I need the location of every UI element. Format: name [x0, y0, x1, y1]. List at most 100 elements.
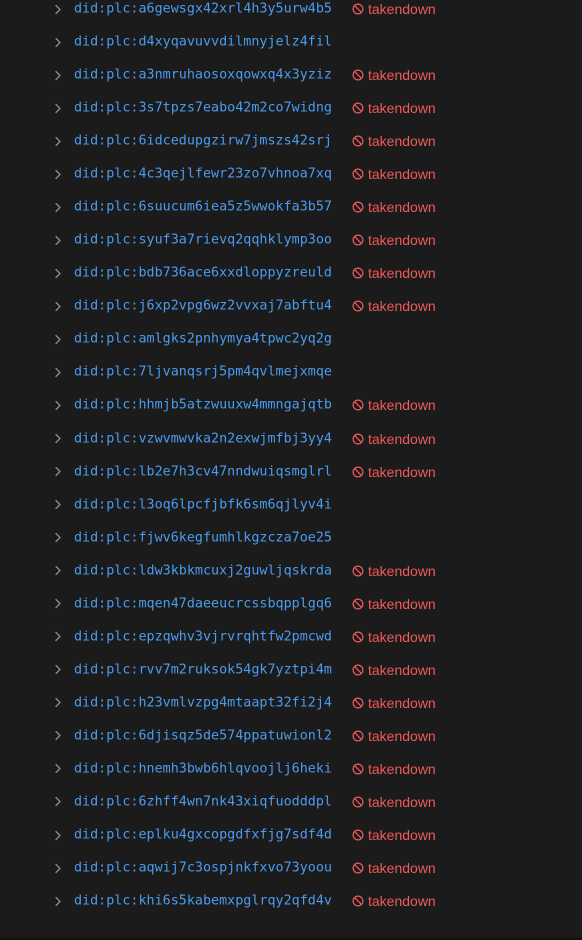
ban-icon [352, 399, 364, 411]
chevron-right-icon[interactable] [52, 730, 64, 742]
did-link[interactable]: did:plc:eplku4gxcopgdfxfjg7sdf4d [74, 828, 332, 843]
list-item[interactable]: did:plc:eplku4gxcopgdfxfjg7sdf4d takendow… [0, 819, 582, 852]
takendown-badge: takendown [352, 397, 436, 413]
list-item[interactable]: did:plc:vzwvmwvka2n2exwjmfbj3yy4 takendow… [0, 422, 582, 455]
takendown-label: takendown [368, 166, 436, 183]
did-link[interactable]: did:plc:mqen47daeeucrcssbqpplgq6 [74, 596, 332, 611]
chevron-right-icon[interactable] [52, 862, 64, 874]
takendown-badge: takendown [352, 232, 436, 248]
list-item[interactable]: did:plc:6suucum6iea5z5wwokfa3b57 takendow… [0, 191, 582, 224]
chevron-right-icon[interactable] [52, 102, 64, 114]
list-item[interactable]: did:plc:epzqwhv3vjrvrqhtfw2pmcwd takendow… [0, 620, 582, 653]
chevron-right-icon[interactable] [52, 433, 64, 445]
ban-icon [352, 135, 364, 147]
did-link[interactable]: did:plc:a3nmruhaosoxqowxq4x3yziz [74, 68, 332, 83]
chevron-right-icon[interactable] [52, 333, 64, 345]
chevron-right-icon[interactable] [52, 829, 64, 841]
chevron-right-icon[interactable] [52, 763, 64, 775]
did-list: did:plc:a6gewsgx42xrl4h3y5urw4b5 takendow… [0, 0, 582, 940]
takendown-badge: takendown [352, 794, 436, 810]
chevron-right-icon[interactable] [52, 201, 64, 213]
chevron-right-icon[interactable] [52, 664, 64, 676]
chevron-right-icon[interactable] [52, 598, 64, 610]
list-item[interactable]: did:plc:bdb736ace6xxdloppyzreuld takendow… [0, 257, 582, 290]
list-item[interactable]: did:plc:6djisqz5de574ppatuwionl2 takendow… [0, 719, 582, 752]
did-link[interactable]: did:plc:6suucum6iea5z5wwokfa3b57 [74, 200, 332, 215]
did-link[interactable]: did:plc:7ljvanqsrj5pm4qvlmejxmqe [74, 365, 332, 380]
did-link[interactable]: did:plc:6djisqz5de574ppatuwionl2 [74, 728, 332, 743]
chevron-right-icon[interactable] [52, 3, 64, 15]
takendown-badge: takendown [352, 298, 436, 314]
did-link[interactable]: did:plc:6idcedupgzirw7jmszs42srj [74, 134, 332, 149]
did-link[interactable]: did:plc:khi6s5kabemxpglrqy2qfd4v [74, 894, 332, 909]
did-link[interactable]: did:plc:aqwij7c3ospjnkfxvo73yoou [74, 861, 332, 876]
did-link[interactable]: did:plc:amlgks2pnhymya4tpwc2yq2g [74, 332, 332, 347]
did-link[interactable]: did:plc:j6xp2vpg6wz2vvxaj7abftu4 [74, 299, 332, 314]
list-item[interactable]: did:plc:d4xyqavuvvdilmnyjelz4fil [0, 26, 582, 59]
ban-icon [352, 565, 364, 577]
list-item[interactable]: did:plc:4c3qejlfewr23zo7vhnoa7xq takendow… [0, 158, 582, 191]
chevron-right-icon[interactable] [52, 895, 64, 907]
list-item[interactable]: did:plc:hhmjb5atzwuuxw4mmngajqtb takendow… [0, 389, 582, 422]
did-link[interactable]: did:plc:4c3qejlfewr23zo7vhnoa7xq [74, 167, 332, 182]
list-item[interactable]: did:plc:hnemh3bwb6hlqvoojlj6heki takendow… [0, 752, 582, 785]
list-item[interactable]: did:plc:mqen47daeeucrcssbqpplgq6 takendow… [0, 587, 582, 620]
list-item[interactable]: did:plc:lb2e7h3cv47nndwuiqsmglrl takendow… [0, 455, 582, 488]
list-item[interactable]: did:plc:a6gewsgx42xrl4h3y5urw4b5 takendow… [0, 0, 582, 26]
list-item[interactable]: did:plc:khi6s5kabemxpglrqy2qfd4v takendow… [0, 885, 582, 918]
chevron-right-icon[interactable] [52, 234, 64, 246]
takendown-label: takendown [368, 265, 436, 282]
list-item[interactable]: did:plc:6idcedupgzirw7jmszs42srj takendow… [0, 125, 582, 158]
chevron-right-icon[interactable] [52, 466, 64, 478]
did-link[interactable]: did:plc:lb2e7h3cv47nndwuiqsmglrl [74, 464, 332, 479]
chevron-right-icon[interactable] [52, 697, 64, 709]
takendown-label: takendown [368, 133, 436, 150]
list-item[interactable]: did:plc:a3nmruhaosoxqowxq4x3yziz takendow… [0, 59, 582, 92]
list-item[interactable]: did:plc:aqwij7c3ospjnkfxvo73yoou takendow… [0, 852, 582, 885]
list-item[interactable]: did:plc:fjwv6kegfumhlkgzcza7oe25 [0, 521, 582, 554]
list-item[interactable]: did:plc:6zhff4wn7nk43xiqfuodddpl takendow… [0, 785, 582, 818]
chevron-right-icon[interactable] [52, 69, 64, 81]
did-link[interactable]: did:plc:syuf3a7rievq2qqhklymp3oo [74, 233, 332, 248]
did-link[interactable]: did:plc:a6gewsgx42xrl4h3y5urw4b5 [74, 2, 332, 17]
did-link[interactable]: did:plc:hhmjb5atzwuuxw4mmngajqtb [74, 398, 332, 413]
chevron-right-icon[interactable] [52, 532, 64, 544]
did-link[interactable]: did:plc:6zhff4wn7nk43xiqfuodddpl [74, 794, 332, 809]
chevron-right-icon[interactable] [52, 399, 64, 411]
did-link[interactable]: did:plc:d4xyqavuvvdilmnyjelz4fil [74, 35, 332, 50]
list-item[interactable]: did:plc:rvv7m2ruksok54gk7yztpi4m takendow… [0, 653, 582, 686]
did-link[interactable]: did:plc:h23vmlvzpg4mtaapt32fi2j4 [74, 695, 332, 710]
takendown-badge: takendown [352, 629, 436, 645]
did-link[interactable]: did:plc:hnemh3bwb6hlqvoojlj6heki [74, 761, 332, 776]
did-link[interactable]: did:plc:3s7tpzs7eabo42m2co7widng [74, 101, 332, 116]
did-link[interactable]: did:plc:fjwv6kegfumhlkgzcza7oe25 [74, 530, 332, 545]
chevron-right-icon[interactable] [52, 565, 64, 577]
chevron-right-icon[interactable] [52, 631, 64, 643]
did-link[interactable]: did:plc:vzwvmwvka2n2exwjmfbj3yy4 [74, 431, 332, 446]
list-item[interactable]: did:plc:7ljvanqsrj5pm4qvlmejxmqe [0, 356, 582, 389]
did-link[interactable]: did:plc:rvv7m2ruksok54gk7yztpi4m [74, 662, 332, 677]
did-link[interactable]: did:plc:epzqwhv3vjrvrqhtfw2pmcwd [74, 629, 332, 644]
list-item[interactable]: did:plc:ldw3kbkmcuxj2guwljqskrda takendow… [0, 554, 582, 587]
takendown-label: takendown [368, 562, 436, 579]
chevron-right-icon[interactable] [52, 135, 64, 147]
chevron-right-icon[interactable] [52, 499, 64, 511]
list-item[interactable]: did:plc:syuf3a7rievq2qqhklymp3oo takendow… [0, 224, 582, 257]
list-item[interactable]: did:plc:l3oq6lpcfjbfk6sm6qjlyv4i [0, 488, 582, 521]
chevron-right-icon[interactable] [52, 267, 64, 279]
did-link[interactable]: did:plc:bdb736ace6xxdloppyzreuld [74, 266, 332, 281]
chevron-right-icon[interactable] [52, 300, 64, 312]
list-item[interactable]: did:plc:h23vmlvzpg4mtaapt32fi2j4 takendow… [0, 686, 582, 719]
did-link[interactable]: did:plc:ldw3kbkmcuxj2guwljqskrda [74, 563, 332, 578]
ban-icon [352, 697, 364, 709]
chevron-right-icon[interactable] [52, 36, 64, 48]
list-item[interactable]: did:plc:3s7tpzs7eabo42m2co7widng takendow… [0, 92, 582, 125]
ban-icon [352, 201, 364, 213]
did-link[interactable]: did:plc:l3oq6lpcfjbfk6sm6qjlyv4i [74, 497, 332, 512]
chevron-right-icon[interactable] [52, 168, 64, 180]
chevron-right-icon[interactable] [52, 366, 64, 378]
chevron-right-icon[interactable] [52, 796, 64, 808]
list-item[interactable]: did:plc:j6xp2vpg6wz2vvxaj7abftu4 takendow… [0, 290, 582, 323]
takendown-label: takendown [368, 827, 436, 843]
list-item[interactable]: did:plc:amlgks2pnhymya4tpwc2yq2g [0, 323, 582, 356]
